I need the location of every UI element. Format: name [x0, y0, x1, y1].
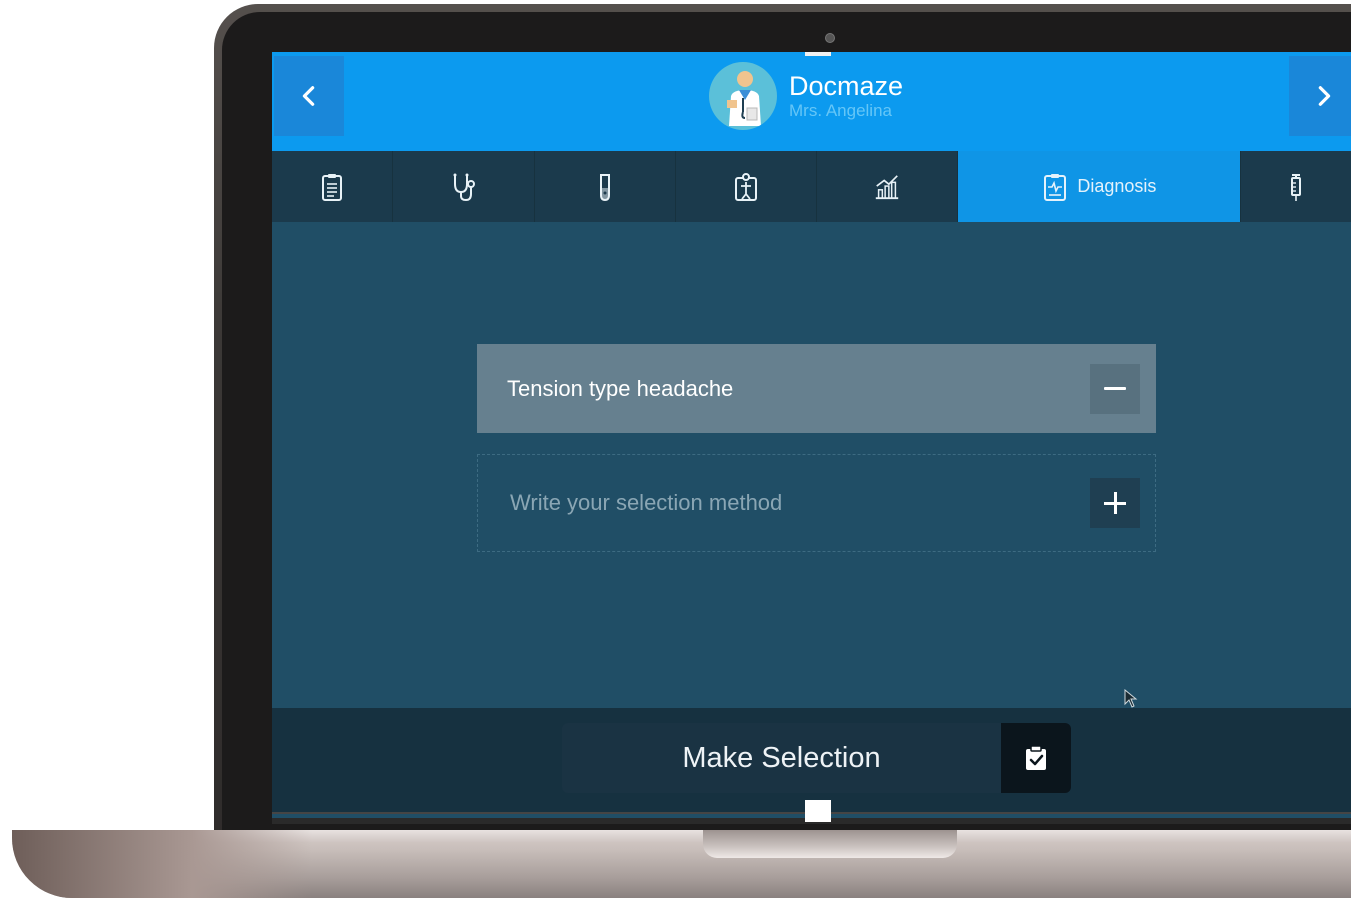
- side-text-line-2: sis: [0, 396, 62, 456]
- next-button[interactable]: [1289, 56, 1351, 136]
- chevron-right-icon: [1318, 86, 1331, 106]
- diagnosis-item: Tension type headache: [477, 344, 1156, 433]
- body-scan-icon: [734, 172, 757, 201]
- diagnosis-icon: [1044, 173, 1067, 201]
- stethoscope-icon: [453, 173, 476, 201]
- screen-bottom-marker: [805, 800, 831, 822]
- doctor-avatar-icon: [709, 62, 777, 130]
- tab-diagnosis-label: Diagnosis: [1077, 176, 1157, 196]
- chart-icon: [875, 174, 899, 199]
- screen-top-marker: [805, 52, 831, 56]
- tab-diagnosis[interactable]: Diagnosis: [958, 151, 1241, 222]
- side-text-line-1: ns: [0, 308, 36, 368]
- make-selection-button[interactable]: Make Selection: [562, 723, 1071, 793]
- section-tabs: Diagnosis: [272, 151, 1351, 222]
- syringe-icon: [1290, 173, 1301, 201]
- app-screen: Docmaze Mrs. Angelina Diagnosis Tension …: [272, 52, 1351, 824]
- tab-lab-tests[interactable]: [535, 151, 676, 222]
- patient-name: Mrs. Angelina: [789, 101, 892, 120]
- app-header: Docmaze Mrs. Angelina: [272, 52, 1351, 151]
- minus-icon: [1104, 387, 1126, 390]
- laptop-hinge: [703, 830, 957, 858]
- make-selection-label: Make Selection: [682, 741, 881, 774]
- tab-medication[interactable]: [1241, 151, 1351, 222]
- laptop-base-shadow: [12, 830, 312, 898]
- tab-notes[interactable]: [272, 151, 394, 222]
- clipboard-icon: [322, 173, 343, 201]
- app-name: Docmaze: [789, 71, 904, 101]
- add-selection-row: [477, 454, 1156, 552]
- brand: Docmaze Mrs. Angelina: [709, 58, 903, 134]
- diagnosis-item-label: Tension type headache: [507, 375, 734, 401]
- mouse-pointer-icon: [1124, 689, 1138, 708]
- chevron-left-icon: [302, 86, 315, 106]
- add-selection-button[interactable]: [1090, 478, 1140, 528]
- footer-bar: Make Selection: [272, 708, 1351, 812]
- selection-method-input[interactable]: [508, 489, 1052, 517]
- tab-examination[interactable]: [393, 151, 535, 222]
- tab-progress-chart[interactable]: [817, 151, 959, 222]
- previous-button[interactable]: [274, 56, 344, 136]
- webcam-icon: [825, 33, 835, 43]
- test-tube-icon: [599, 173, 610, 201]
- plus-icon: [1104, 492, 1126, 514]
- remove-diagnosis-button[interactable]: [1090, 363, 1140, 414]
- tab-body-scan[interactable]: [676, 151, 817, 222]
- clipboard-check-icon: [1001, 723, 1071, 793]
